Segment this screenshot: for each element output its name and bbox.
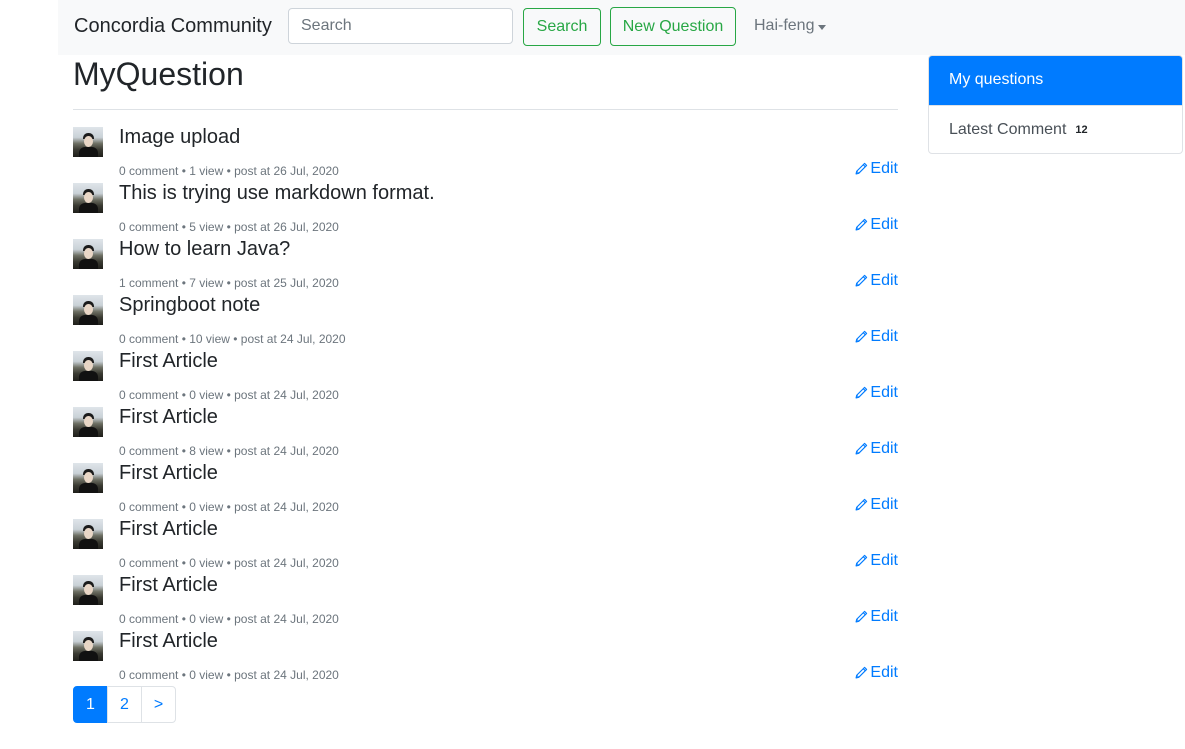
avatar[interactable] [73,407,103,437]
pencil-icon [855,162,868,175]
question-item: First Article 0 comment • 0 view • post a… [73,573,898,629]
search-input[interactable] [288,8,513,44]
search-button[interactable]: Search [523,8,601,46]
avatar[interactable] [73,463,103,493]
next-page-link[interactable]: > [141,686,176,723]
edit-label: Edit [870,608,898,625]
pencil-icon [855,442,868,455]
edit-label: Edit [870,664,898,681]
edit-link[interactable]: Edit [854,608,898,626]
edit-label: Edit [870,328,898,345]
question-item: First Article 0 comment • 0 view • post a… [73,629,898,685]
sidebar-item-label: Latest Comment [949,121,1067,138]
new-question-button[interactable]: New Question [610,7,736,46]
pencil-icon [855,386,868,399]
edit-label: Edit [870,272,898,289]
edit-link[interactable]: Edit [854,272,898,290]
caret-down-icon [818,24,827,30]
question-meta: 0 comment • 0 view • post at 24 Jul, 202… [119,388,339,402]
comment-count-badge: 12 [1075,124,1088,136]
edit-link[interactable]: Edit [854,160,898,178]
avatar[interactable] [73,127,103,157]
edit-link[interactable]: Edit [854,384,898,402]
question-title-link[interactable]: How to learn Java? [119,238,290,261]
question-item: First Article 0 comment • 0 view • post a… [73,349,898,405]
avatar[interactable] [73,351,103,381]
question-title-link[interactable]: Springboot note [119,294,260,317]
question-meta: 0 comment • 0 view • post at 24 Jul, 202… [119,556,339,570]
edit-link[interactable]: Edit [854,216,898,234]
question-title-link[interactable]: First Article [119,350,218,373]
question-list: Image upload 0 comment • 1 view • post at… [73,125,898,685]
edit-label: Edit [870,160,898,177]
avatar[interactable] [73,239,103,269]
edit-link[interactable]: Edit [854,496,898,514]
question-title-link[interactable]: First Article [119,406,218,429]
pencil-icon [855,498,868,511]
edit-link[interactable]: Edit [854,552,898,570]
question-item: First Article 0 comment • 0 view • post a… [73,461,898,517]
pencil-icon [855,218,868,231]
edit-link[interactable]: Edit [854,664,898,682]
question-title-link[interactable]: Image upload [119,126,240,149]
page-link-1[interactable]: 1 [73,686,108,723]
question-title-link[interactable]: First Article [119,462,218,485]
question-item: First Article 0 comment • 8 view • post a… [73,405,898,461]
pencil-icon [855,666,868,679]
pencil-icon [855,554,868,567]
question-title-link[interactable]: This is trying use markdown format. [119,182,435,205]
title-divider [73,109,898,110]
user-menu-dropdown[interactable]: Hai-feng [754,17,827,35]
question-meta: 1 comment • 7 view • post at 25 Jul, 202… [119,276,339,290]
brand-link[interactable]: Concordia Community [74,15,272,38]
question-item: Springboot note 0 comment • 10 view • pos… [73,293,898,349]
sidebar-item-my-questions[interactable]: My questions [929,56,1182,105]
edit-label: Edit [870,496,898,513]
avatar[interactable] [73,519,103,549]
page-title: MyQuestion [73,56,244,92]
sidebar-item-latest-comment[interactable]: Latest Comment 12 [929,105,1182,153]
question-title-link[interactable]: First Article [119,630,218,653]
question-meta: 0 comment • 0 view • post at 24 Jul, 202… [119,612,339,626]
avatar[interactable] [73,575,103,605]
question-meta: 0 comment • 0 view • post at 24 Jul, 202… [119,500,339,514]
question-meta: 0 comment • 0 view • post at 24 Jul, 202… [119,668,339,682]
question-meta: 0 comment • 8 view • post at 24 Jul, 202… [119,444,339,458]
question-meta: 0 comment • 5 view • post at 26 Jul, 202… [119,220,339,234]
edit-label: Edit [870,552,898,569]
user-name: Hai-feng [754,17,815,34]
pagination: 1 2 > [73,686,176,723]
avatar[interactable] [73,295,103,325]
edit-link[interactable]: Edit [854,440,898,458]
top-navbar: Concordia Community Search New Question … [58,0,1185,55]
avatar[interactable] [73,183,103,213]
sidebar-list: My questions Latest Comment 12 [928,55,1183,154]
avatar[interactable] [73,631,103,661]
question-item: How to learn Java? 1 comment • 7 view • p… [73,237,898,293]
question-title-link[interactable]: First Article [119,518,218,541]
sidebar-item-label: My questions [949,71,1044,88]
pencil-icon [855,610,868,623]
question-item: First Article 0 comment • 0 view • post a… [73,517,898,573]
edit-label: Edit [870,216,898,233]
question-title-link[interactable]: First Article [119,574,218,597]
edit-link[interactable]: Edit [854,328,898,346]
question-meta: 0 comment • 10 view • post at 24 Jul, 20… [119,332,346,346]
edit-label: Edit [870,440,898,457]
page-link-2[interactable]: 2 [107,686,142,723]
question-item: Image upload 0 comment • 1 view • post at… [73,125,898,181]
question-meta: 0 comment • 1 view • post at 26 Jul, 202… [119,164,339,178]
pencil-icon [855,330,868,343]
question-item: This is trying use markdown format. 0 com… [73,181,898,237]
edit-label: Edit [870,384,898,401]
pencil-icon [855,274,868,287]
